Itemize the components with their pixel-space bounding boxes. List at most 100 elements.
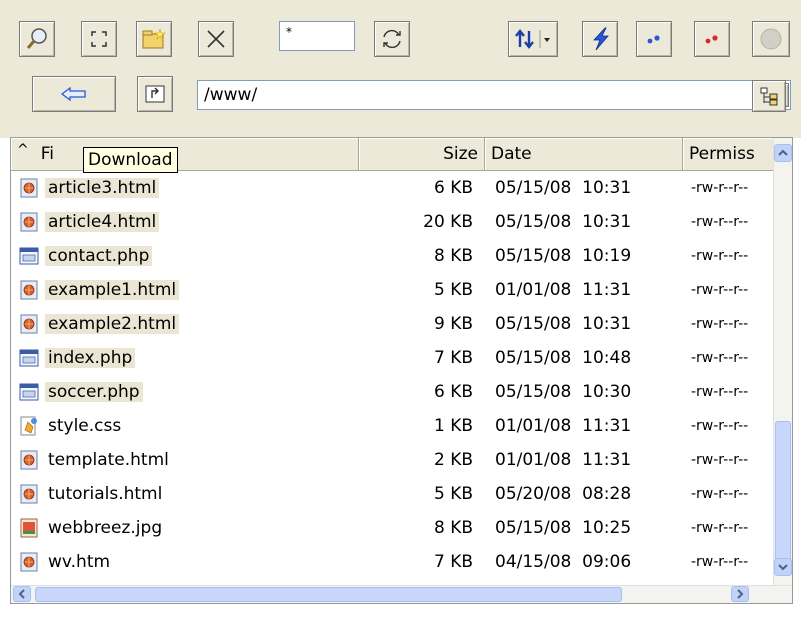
file-name: style.css	[48, 416, 122, 436]
file-permissions: -rw-r--r--	[691, 384, 749, 400]
sort-icon[interactable]	[508, 21, 558, 57]
horizontal-scroll-thumb[interactable]	[35, 587, 622, 602]
file-date: 05/15/08 10:31	[495, 314, 632, 334]
html-file-icon	[19, 314, 39, 334]
html-file-icon	[19, 212, 39, 232]
vertical-scroll-thumb[interactable]	[775, 421, 791, 571]
file-date: 05/15/08 10:48	[495, 348, 632, 368]
file-row[interactable]: tutorials.html 5 KB 05/20/08 08:28 -rw-r--r…	[11, 477, 774, 511]
column-name-header[interactable]: ^ Fi	[11, 138, 359, 170]
html-file-icon	[19, 552, 39, 572]
magnifier-icon[interactable]	[19, 21, 55, 57]
file-name-cell: style.css	[19, 409, 359, 443]
file-name-cell: template.html	[19, 443, 359, 477]
file-permissions: -rw-r--r--	[691, 418, 749, 434]
file-mask-input[interactable]: *	[279, 21, 355, 51]
file-row[interactable]: soccer.php 6 KB 05/15/08 10:30 -rw-r--r--	[11, 375, 774, 409]
file-name-cell: example2.html	[19, 307, 359, 341]
file-name: example1.html	[45, 280, 180, 300]
file-row[interactable]: webbreez.jpg 8 KB 05/15/08 10:25 -rw-r--r--	[11, 511, 774, 545]
column-date-label: Date	[491, 144, 532, 164]
scroll-right-button[interactable]	[731, 586, 749, 602]
path-value: /www/	[204, 85, 258, 105]
file-size: 5 KB	[433, 484, 473, 504]
file-permissions: -rw-r--r--	[691, 452, 749, 468]
file-permissions: -rw-r--r--	[691, 520, 749, 536]
file-date: 05/15/08 10:30	[495, 382, 632, 402]
file-permissions: -rw-r--r--	[691, 282, 749, 298]
horizontal-scrollbar[interactable]	[11, 585, 792, 603]
column-date-header[interactable]: Date	[485, 138, 683, 170]
file-name: tutorials.html	[48, 484, 163, 504]
file-name: webbreez.jpg	[48, 518, 163, 538]
file-row[interactable]: template.html 2 KB 01/01/08 11:31 -rw-r--r-…	[11, 443, 774, 477]
file-size: 6 KB	[433, 382, 473, 402]
refresh-icon[interactable]	[374, 21, 410, 57]
scroll-down-button[interactable]	[774, 558, 792, 576]
tree-view-button[interactable]	[752, 80, 786, 112]
file-size: 8 KB	[433, 518, 473, 538]
file-name-cell: contact.php	[19, 239, 359, 273]
file-name: index.php	[45, 348, 136, 368]
scroll-left-button[interactable]	[13, 586, 31, 602]
file-date: 05/15/08 10:31	[495, 178, 632, 198]
file-permissions: -rw-r--r--	[691, 486, 749, 502]
file-size: 1 KB	[433, 416, 473, 436]
file-name-cell: index.php	[19, 341, 359, 375]
file-row[interactable]: wv.htm 7 KB 04/15/08 09:06 -rw-r--r--	[11, 545, 774, 579]
file-permissions: -rw-r--r--	[691, 554, 749, 570]
file-row[interactable]: example2.html 9 KB 05/15/08 10:31 -rw-r--r-…	[11, 307, 774, 341]
file-date: 05/15/08 10:19	[495, 246, 632, 266]
column-size-header[interactable]: Size	[359, 138, 485, 170]
file-size: 2 KB	[433, 450, 473, 470]
chevron-left-icon	[18, 589, 25, 599]
file-name: wv.htm	[48, 552, 111, 572]
flash-icon[interactable]	[582, 21, 618, 57]
file-permissions: -rw-r--r--	[691, 316, 749, 332]
html-file-icon	[19, 178, 39, 198]
file-permissions: -rw-r--r--	[691, 180, 749, 196]
file-row[interactable]: index.php 7 KB 05/15/08 10:48 -rw-r--r--	[11, 341, 774, 375]
file-mask-value: *	[286, 25, 292, 39]
file-date: 01/01/08 11:31	[495, 280, 632, 300]
php-file-icon	[19, 348, 39, 368]
php-file-icon	[19, 246, 39, 266]
file-name: article4.html	[45, 212, 160, 232]
column-permissions-label: Permiss	[689, 144, 755, 164]
delete-x-icon[interactable]	[198, 21, 234, 57]
file-list[interactable]: ^ Fi Size Date Permiss article3.html 6 KB…	[10, 137, 793, 604]
file-name: article3.html	[45, 178, 160, 198]
file-row[interactable]: style.css 1 KB 01/01/08 11:31 -rw-r--r--	[11, 409, 774, 443]
file-permissions: -rw-r--r--	[691, 248, 749, 264]
html-file-icon	[19, 450, 39, 470]
new-folder-icon[interactable]	[136, 21, 172, 57]
column-name-label: Fi	[40, 144, 54, 164]
file-row[interactable]: article4.html 20 KB 05/15/08 10:31 -rw-r--r…	[11, 205, 774, 239]
css-file-icon	[19, 416, 39, 436]
stop-icon[interactable]	[752, 21, 790, 57]
file-row[interactable]: article3.html 6 KB 05/15/08 10:31 -rw-r--r-…	[11, 171, 774, 205]
blue-dots-icon[interactable]	[636, 21, 672, 57]
file-size: 7 KB	[433, 552, 473, 572]
parent-folder-button[interactable]	[137, 76, 173, 112]
file-name: soccer.php	[45, 382, 143, 402]
file-date: 05/15/08 10:31	[495, 212, 632, 232]
path-input[interactable]: /www/	[197, 80, 791, 110]
file-row[interactable]: example1.html 5 KB 01/01/08 11:31 -rw-r--r-…	[11, 273, 774, 307]
parent-folder-icon	[144, 83, 166, 105]
chevron-right-icon	[737, 589, 744, 599]
fullscreen-icon[interactable]	[81, 21, 117, 57]
file-row[interactable]: contact.php 8 KB 05/15/08 10:19 -rw-r--r--	[11, 239, 774, 273]
file-size: 8 KB	[433, 246, 473, 266]
html-file-icon	[19, 484, 39, 504]
file-name-cell: tutorials.html	[19, 477, 359, 511]
vertical-scrollbar[interactable]	[773, 138, 792, 586]
file-size: 7 KB	[433, 348, 473, 368]
red-dots-icon[interactable]	[694, 21, 730, 57]
file-name-cell: article4.html	[19, 205, 359, 239]
toolbar-area: * /www/	[0, 0, 801, 138]
file-date: 01/01/08 11:31	[495, 416, 632, 436]
column-permissions-header[interactable]: Permiss	[683, 138, 774, 170]
scroll-up-button[interactable]	[774, 144, 792, 162]
back-button[interactable]	[32, 76, 116, 112]
